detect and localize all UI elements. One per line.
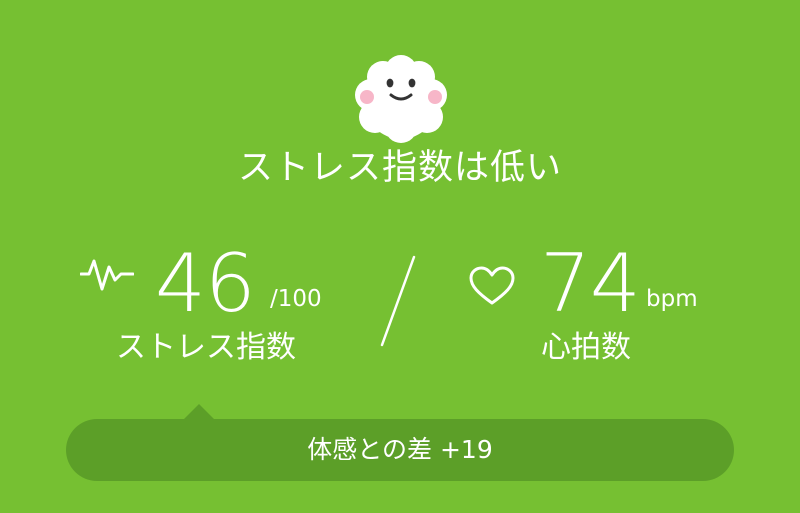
- slash-divider: [380, 255, 416, 347]
- smiling-cloud-mascot-icon: [355, 55, 447, 143]
- bubble-pointer: [183, 404, 215, 420]
- stress-index-label: ストレス指数: [116, 330, 296, 365]
- heart-rate-label: 心拍数: [541, 330, 631, 365]
- stress-index-value: 46: [155, 237, 256, 330]
- feeling-difference-text: 体感との差 +19: [307, 435, 493, 464]
- feeling-difference-bubble[interactable]: 体感との差 +19: [66, 419, 734, 481]
- pulse-wave-icon: [80, 259, 134, 291]
- stress-index-max: /100: [270, 286, 322, 312]
- heart-outline-icon: [469, 266, 515, 305]
- heart-rate-unit: bpm: [646, 286, 698, 312]
- heart-rate-value: 74: [540, 237, 641, 330]
- stress-status-title: ストレス指数は低い: [237, 148, 562, 188]
